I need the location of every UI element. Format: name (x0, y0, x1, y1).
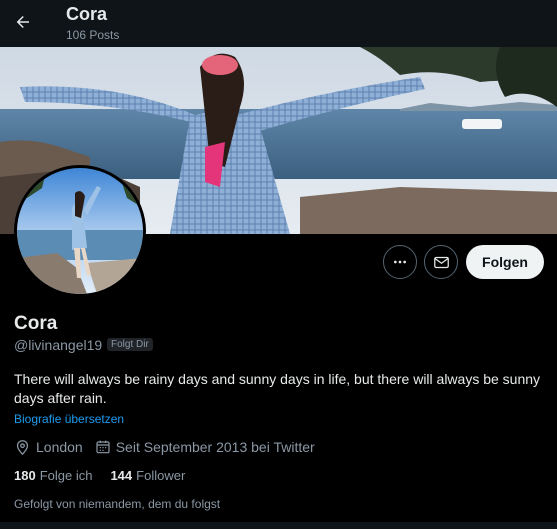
location-item: London (14, 439, 83, 456)
location-pin-icon (16, 439, 29, 455)
arrow-left-icon (16, 16, 29, 28)
follow-stats: 180 Folge ich 144 Follower (14, 468, 203, 483)
translate-bio-link[interactable]: Biografie übersetzen (14, 412, 124, 426)
followers-label: Follower (136, 468, 186, 483)
more-button[interactable] (383, 245, 417, 279)
following-label: Folge ich (39, 468, 93, 483)
following-link[interactable]: 180 Folge ich (14, 468, 92, 483)
followers-count: 144 (110, 468, 133, 483)
envelope-icon (433, 256, 449, 268)
profile-bio: There will always be rainy days and sunn… (14, 371, 541, 406)
profile-handle: @livinangel19 (14, 337, 103, 353)
header-title: Cora (66, 4, 108, 24)
posts-count: 106 Posts (66, 28, 120, 42)
top-bar: Cora 106 Posts (0, 0, 557, 47)
location-text: London (36, 439, 83, 455)
bottom-divider (0, 522, 557, 529)
avatar-image (17, 168, 143, 294)
following-count: 180 (14, 468, 36, 483)
profile-name: Cora (14, 313, 58, 334)
profile-meta: London Seit September 2013 bei Twitter (14, 437, 327, 457)
followers-link[interactable]: 144 Follower (110, 468, 185, 483)
followed-by-text: Gefolgt von niemandem, dem du folgst (14, 497, 221, 511)
message-button[interactable] (424, 245, 458, 279)
more-horizontal-icon (394, 260, 406, 264)
calendar-icon (96, 440, 110, 454)
profile-avatar[interactable] (14, 165, 146, 297)
follows-you-badge: Folgt Dir (107, 338, 153, 351)
follow-button[interactable]: Folgen (466, 245, 544, 279)
back-button[interactable] (6, 5, 40, 39)
joined-item: Seit September 2013 bei Twitter (95, 439, 315, 455)
joined-text: Seit September 2013 bei Twitter (115, 439, 315, 455)
